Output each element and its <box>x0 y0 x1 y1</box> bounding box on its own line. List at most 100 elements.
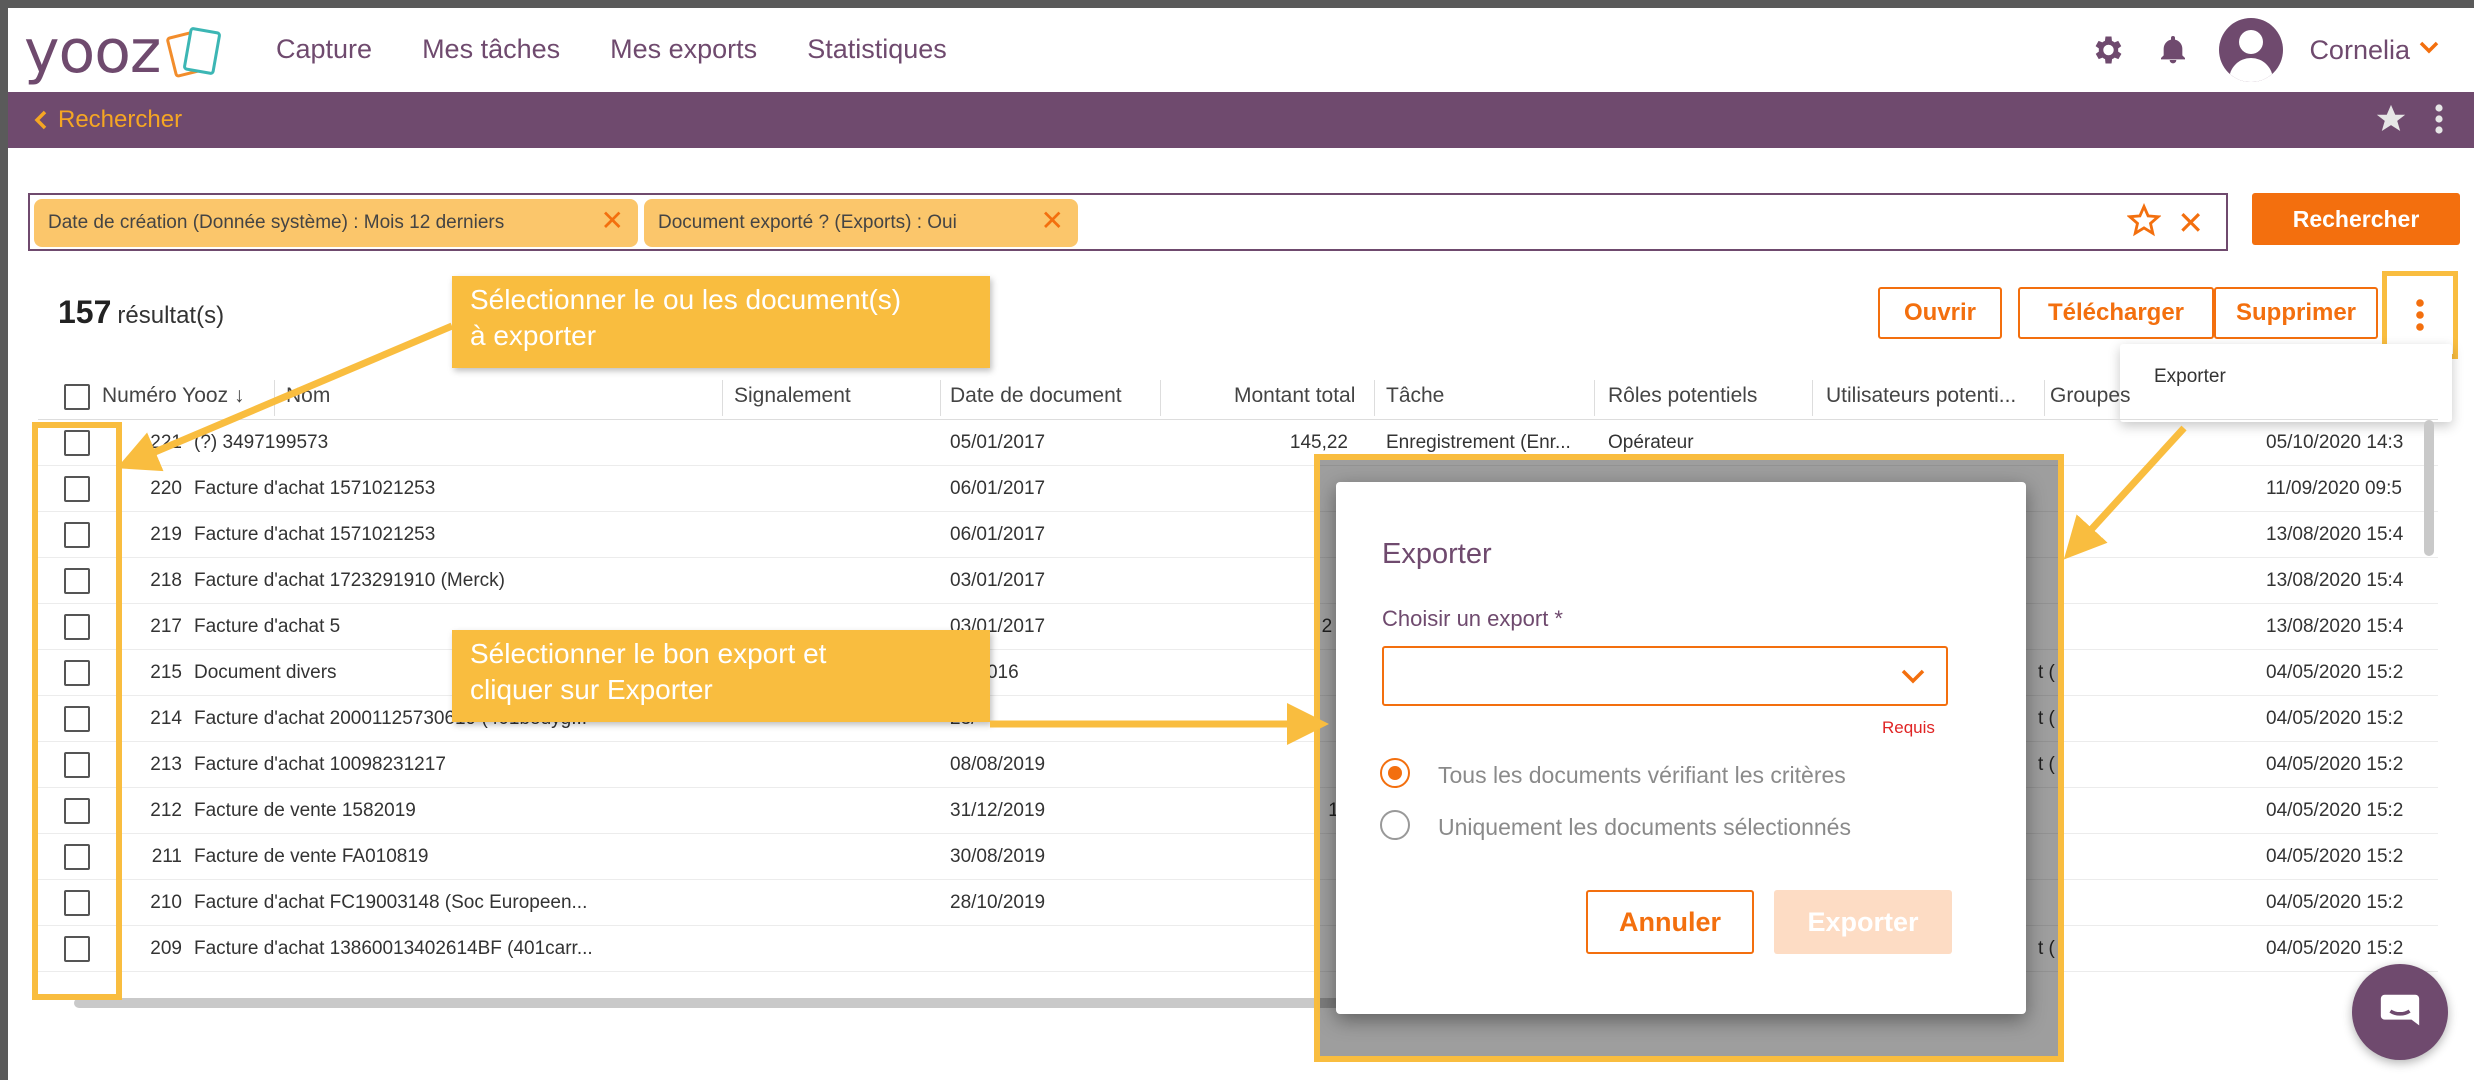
back-to-search-link[interactable]: Rechercher <box>34 106 182 134</box>
subbar-actions <box>2374 102 2444 141</box>
cell-nom: Facture d'achat FC19003148 (Soc Europeen… <box>194 892 588 913</box>
user-name[interactable]: Cornelia <box>2309 35 2410 66</box>
search-criteria-box[interactable]: Date de création (Donnée système) : Mois… <box>28 193 2228 251</box>
cell-date-creation: 11/09/2020 09:5 <box>2266 478 2402 499</box>
back-label: Rechercher <box>58 106 183 133</box>
radio-selected-documents[interactable] <box>1380 810 1410 840</box>
cell-date: 28/10/2019 <box>950 892 1046 913</box>
star-icon[interactable] <box>2374 102 2408 141</box>
cell-date-creation: 04/05/2020 15:2 <box>2266 708 2404 729</box>
logo-text: yooz <box>24 17 161 87</box>
table-header: Numéro Yooz ↓ Nom Signalement Date de do… <box>38 374 2438 420</box>
cell-nom: Facture de vente FA010819 <box>194 846 429 867</box>
cell-date-creation: 13/08/2020 15:4 <box>2266 616 2404 637</box>
close-icon[interactable]: ✕ <box>1041 207 1064 235</box>
cell-date-creation: 04/05/2020 15:2 <box>2266 938 2404 959</box>
table-row[interactable]: 209 Facture d'achat 13860013402614BF (401… <box>38 926 2438 972</box>
avatar[interactable] <box>2219 18 2284 82</box>
table-row[interactable]: 215Document divers06/2016t (04/05/2020 1… <box>38 650 2438 696</box>
column-header-date[interactable]: Date de document <box>950 384 1122 408</box>
column-header-numero[interactable]: Numéro Yooz ↓ <box>102 384 244 408</box>
filter-chip-label: Document exporté ? (Exports) : Oui <box>658 212 957 233</box>
chevron-left-icon <box>34 110 47 130</box>
search-button[interactable]: Rechercher <box>2252 193 2460 245</box>
filter-chip-date[interactable]: Date de création (Donnée système) : Mois… <box>34 199 638 247</box>
filter-chip-exported[interactable]: Document exporté ? (Exports) : Oui ✕ <box>644 199 1078 247</box>
open-button[interactable]: Ouvrir <box>1878 287 2002 339</box>
table-row[interactable]: 210 Facture d'achat FC19003148 (Soc Europ… <box>38 880 2438 926</box>
cell-nom: Facture d'achat 1571021253 <box>194 478 436 499</box>
cell-date: 06/01/2017 <box>950 478 1046 499</box>
close-icon[interactable]: ✕ <box>601 207 624 235</box>
cell-date-creation: 13/08/2020 15:4 <box>2266 570 2404 591</box>
select-all-checkbox[interactable] <box>64 384 90 410</box>
nav-statistiques[interactable]: Statistiques <box>807 34 947 65</box>
column-header-signalement[interactable]: Signalement <box>734 384 851 408</box>
sort-arrow-icon: ↓ <box>233 384 245 407</box>
table-row[interactable]: 219 Facture d'achat 1571021253 06/01/2017 1… <box>38 512 2438 558</box>
column-header-tache[interactable]: Tâche <box>1386 384 1444 408</box>
results-label: résultat(s) <box>117 302 225 329</box>
required-hint: Requis <box>1882 718 1935 737</box>
cell-nom: Facture de vente 1582019 <box>194 800 416 821</box>
cell-nom: (?) 3497199573 <box>194 432 329 453</box>
user-area: Cornelia <box>2087 18 2440 82</box>
dialog-title: Exporter <box>1382 538 1492 570</box>
results-number: 157 <box>58 294 112 330</box>
cell-nom: Facture d'achat 13860013402614BF (401car… <box>194 938 593 959</box>
app-window: yooz Capture Mes tâches Mes exports Stat… <box>8 8 2474 1080</box>
cell-date: 03/01/2017 <box>950 570 1046 591</box>
table-row[interactable]: 213 Facture d'achat 10098231217 08/08/2019… <box>38 742 2438 788</box>
table-row[interactable]: 218 Facture d'achat 1723291910 (Merck) 03/… <box>38 558 2438 604</box>
column-header-montant[interactable]: Montant total <box>1234 384 1355 408</box>
cell-nom: Facture d'achat 10098231217 <box>194 754 446 775</box>
delete-button[interactable]: Supprimer <box>2214 287 2378 339</box>
nav-capture[interactable]: Capture <box>276 34 372 65</box>
chat-support-button[interactable] <box>2352 964 2448 1060</box>
table-row[interactable]: 217 Facture d'achat 5 03/01/2017 2 1 13/08/2… <box>38 604 2438 650</box>
main-nav: Capture Mes tâches Mes exports Statistiq… <box>276 34 947 65</box>
table-row[interactable]: 220 Facture d'achat 1571021253 06/01/2017 1… <box>38 466 2438 512</box>
table-row[interactable]: 214 Facture d'achat 20001125730619 (401bo… <box>38 696 2438 742</box>
yooz-logo[interactable]: yooz <box>24 22 224 82</box>
annotation-checkbox-highlight <box>32 422 122 1000</box>
chevron-down-icon[interactable] <box>2418 40 2440 61</box>
column-header-utilisateurs[interactable]: Utilisateurs potenti... <box>1826 384 2016 408</box>
export-button[interactable]: Exporter <box>1774 890 1952 954</box>
cell-date-creation: 04/05/2020 15:2 <box>2266 662 2404 683</box>
cell-date-creation: 04/05/2020 15:2 <box>2266 754 2404 775</box>
search-box-actions: ✕ <box>2126 203 2204 242</box>
cancel-button[interactable]: Annuler <box>1586 890 1754 954</box>
download-button[interactable]: Télécharger <box>2018 287 2214 339</box>
more-vertical-icon[interactable] <box>2434 103 2444 140</box>
gear-icon[interactable] <box>2087 30 2127 70</box>
export-select[interactable] <box>1382 646 1948 706</box>
cell-nom: Facture d'achat 5 <box>194 616 341 637</box>
radio-all-documents-label: Tous les documents vérifiant les critère… <box>1438 762 1846 788</box>
table-row[interactable]: 221 (?) 3497199573 05/01/2017 145,22 Enregis… <box>38 420 2438 466</box>
nav-mes-taches[interactable]: Mes tâches <box>422 34 560 65</box>
cell-date: 05/01/2017 <box>950 432 1046 453</box>
cell-date-creation: 13/08/2020 15:4 <box>2266 524 2404 545</box>
chat-icon <box>2380 994 2420 1026</box>
table-row[interactable]: 211Facture de vente FA01081930/08/201970… <box>38 834 2438 880</box>
column-header-groupes[interactable]: Groupes <box>2050 384 2131 408</box>
cell-date-creation: 04/05/2020 15:2 <box>2266 892 2404 913</box>
radio-all-documents[interactable] <box>1380 758 1410 788</box>
cell-montant: 145,22 <box>1289 432 1348 453</box>
star-outline-icon[interactable] <box>2126 203 2162 242</box>
bell-icon[interactable] <box>2153 30 2193 70</box>
clear-icon[interactable]: ✕ <box>2177 207 2204 239</box>
cell-roles: Opérateur <box>1608 432 1694 453</box>
callout-select-export: Sélectionner le bon export et cliquer su… <box>452 630 990 722</box>
column-header-roles[interactable]: Rôles potentiels <box>1608 384 1757 408</box>
cell-date: 06/01/2017 <box>950 524 1046 545</box>
table-row[interactable]: 212Facture de vente 158201931/12/2019110… <box>38 788 2438 834</box>
callout-text: Sélectionner le bon export et cliquer su… <box>470 638 827 705</box>
radio-selected-documents-label: Uniquement les documents sélectionnés <box>1438 814 1851 840</box>
export-select-label: Choisir un export * <box>1382 606 1563 631</box>
more-vertical-icon <box>2416 299 2424 331</box>
nav-mes-exports[interactable]: Mes exports <box>610 34 757 65</box>
vertical-scrollbar[interactable] <box>2424 420 2434 556</box>
column-header-nom[interactable]: Nom <box>286 384 330 408</box>
